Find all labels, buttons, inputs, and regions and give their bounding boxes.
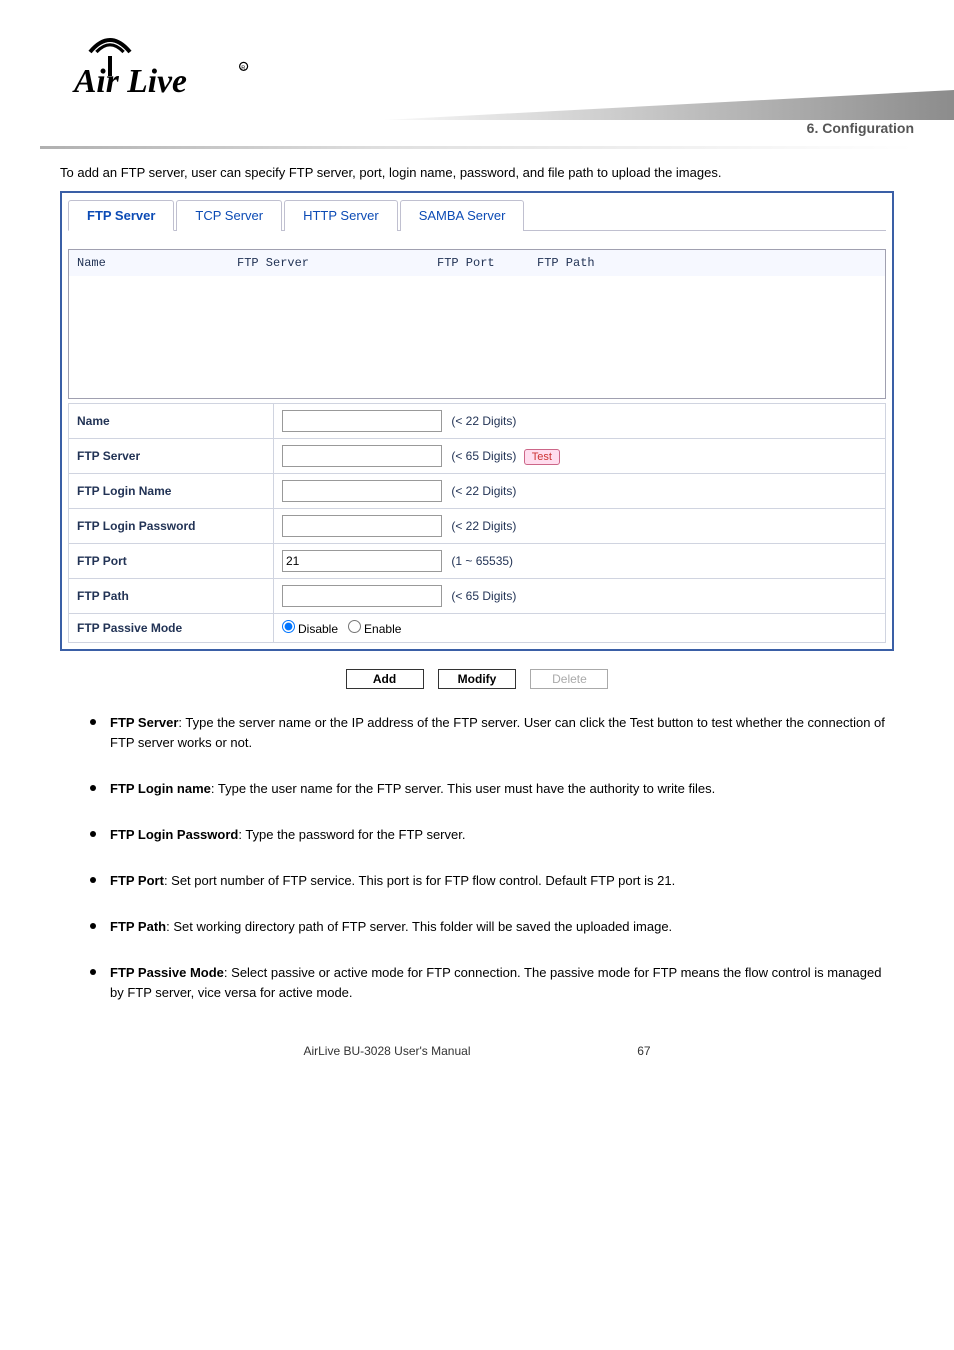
- name-input[interactable]: [282, 410, 442, 432]
- settings-screenshot: FTP Server TCP Server HTTP Server SAMBA …: [60, 191, 894, 651]
- ftp-server-input[interactable]: [282, 445, 442, 467]
- ftp-form: Name (< 22 Digits) FTP Server (< 65 Digi…: [68, 403, 886, 643]
- desc-ftp-server: FTP Server: Type the server name or the …: [90, 713, 894, 753]
- ftp-port-input[interactable]: [282, 550, 442, 572]
- test-button[interactable]: Test: [524, 449, 560, 465]
- label-passive-mode: FTP Passive Mode: [69, 613, 274, 642]
- accent-line: [40, 146, 914, 149]
- modify-button[interactable]: Modify: [438, 669, 516, 689]
- login-name-input[interactable]: [282, 480, 442, 502]
- label-ftp-server: FTP Server: [69, 438, 274, 473]
- passive-enable-label: Enable: [364, 622, 401, 636]
- description-list: FTP Server: Type the server name or the …: [40, 713, 914, 1004]
- desc-ftp-port: FTP Port: Set port number of FTP service…: [90, 871, 894, 891]
- label-ftp-path: FTP Path: [69, 578, 274, 613]
- hint-server: (< 65 Digits): [451, 449, 516, 463]
- breadcrumb: 6. Configuration: [40, 120, 914, 136]
- airlive-logo: Air Live R: [70, 20, 270, 100]
- list-header: Name FTP Server FTP Port FTP Path: [69, 250, 885, 276]
- tab-bar: FTP Server TCP Server HTTP Server SAMBA …: [68, 199, 886, 231]
- hint-path: (< 65 Digits): [451, 589, 516, 603]
- passive-disable-label: Disable: [298, 622, 338, 636]
- login-password-input[interactable]: [282, 515, 442, 537]
- action-buttons: Add Modify Delete: [40, 669, 914, 689]
- label-login-name: FTP Login Name: [69, 473, 274, 508]
- desc-passive-mode: FTP Passive Mode: Select passive or acti…: [90, 963, 894, 1003]
- server-list[interactable]: Name FTP Server FTP Port FTP Path: [68, 249, 886, 399]
- hint-password: (< 22 Digits): [451, 519, 516, 533]
- col-server: FTP Server: [237, 256, 437, 270]
- page-footer: AirLive BU-3028 User's Manual 67: [40, 1044, 914, 1058]
- svg-text:Air Live: Air Live: [72, 63, 187, 100]
- label-name: Name: [69, 403, 274, 438]
- passive-disable-radio[interactable]: [282, 620, 295, 633]
- hint-login: (< 22 Digits): [451, 484, 516, 498]
- header-decor-wedge: [354, 90, 954, 120]
- tab-tcp-server[interactable]: TCP Server: [176, 200, 282, 231]
- delete-button: Delete: [530, 669, 608, 689]
- desc-login-name: FTP Login name: Type the user name for t…: [90, 779, 894, 799]
- desc-ftp-path: FTP Path: Set working directory path of …: [90, 917, 894, 937]
- passive-enable-radio[interactable]: [348, 620, 361, 633]
- desc-login-password: FTP Login Password: Type the password fo…: [90, 825, 894, 845]
- footer-right: 67: [637, 1044, 650, 1058]
- intro-text: To add an FTP server, user can specify F…: [40, 163, 914, 183]
- tab-ftp-server[interactable]: FTP Server: [68, 200, 174, 231]
- svg-text:R: R: [241, 66, 245, 72]
- col-path: FTP Path: [537, 256, 877, 270]
- ftp-path-input[interactable]: [282, 585, 442, 607]
- page-header: Air Live R: [0, 0, 954, 120]
- hint-port: (1 ~ 65535): [451, 554, 513, 568]
- hint-name: (< 22 Digits): [451, 414, 516, 428]
- tab-http-server[interactable]: HTTP Server: [284, 200, 398, 231]
- footer-left: AirLive BU-3028 User's Manual: [303, 1044, 470, 1058]
- col-port: FTP Port: [437, 256, 537, 270]
- label-ftp-port: FTP Port: [69, 543, 274, 578]
- tab-samba-server[interactable]: SAMBA Server: [400, 200, 525, 231]
- label-login-password: FTP Login Password: [69, 508, 274, 543]
- col-name: Name: [77, 256, 237, 270]
- add-button[interactable]: Add: [346, 669, 424, 689]
